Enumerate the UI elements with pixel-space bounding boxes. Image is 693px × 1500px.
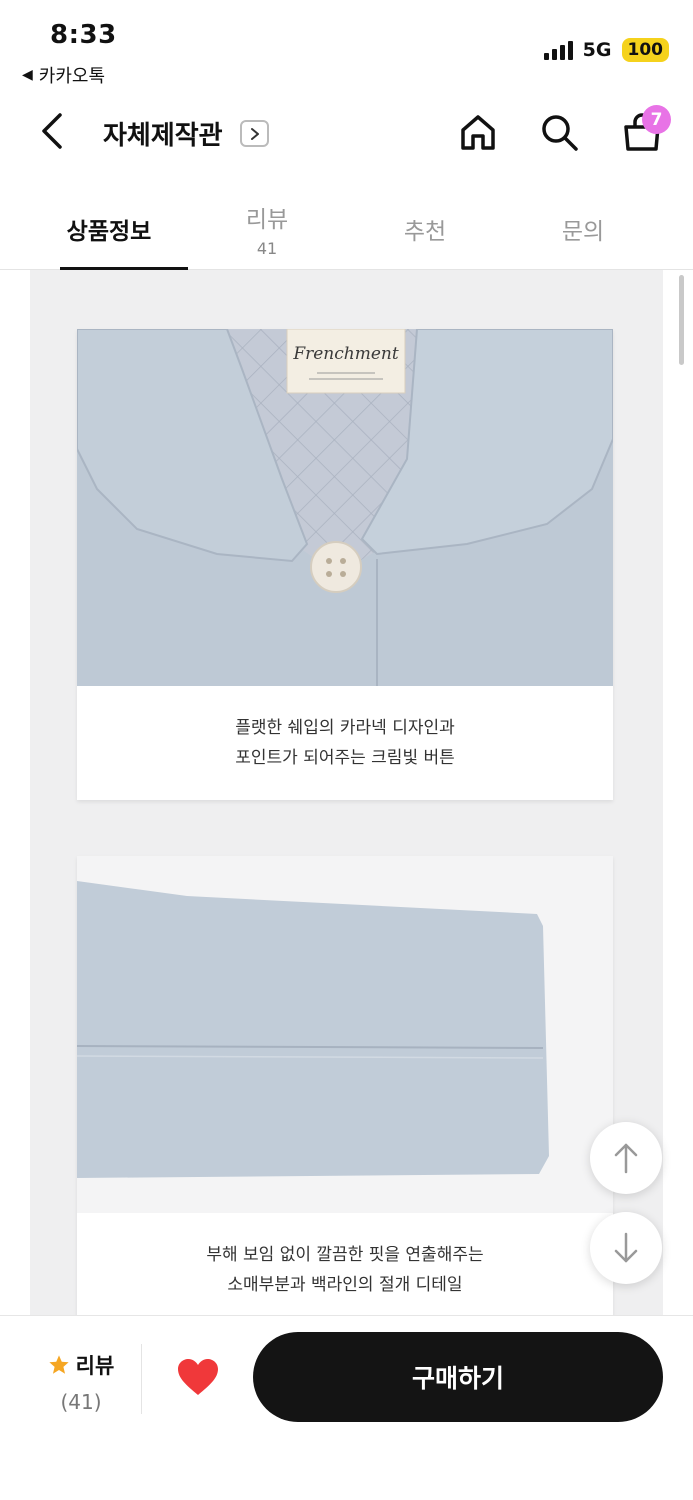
scrollbar[interactable]: [679, 275, 684, 365]
product-tabs: 상품정보 리뷰 41 추천 문의: [0, 188, 693, 271]
brand-label-text: Frenchment: [292, 344, 399, 364]
app-header: 자체제작관 7: [0, 95, 693, 175]
arrow-up-icon: [614, 1143, 638, 1174]
back-app-label: 카카오톡: [38, 66, 106, 87]
detail-card: 부해 보임 없이 깔끔한 핏을 연출해주는 소매부분과 백라인의 절개 디테일: [77, 856, 613, 1315]
caption-line: 플랫한 쉐입의 카라넥 디자인과: [235, 718, 455, 738]
tab-label: 문의: [561, 219, 605, 245]
review-summary-button[interactable]: 리뷰 (41): [36, 1350, 126, 1414]
status-bar: 8:33 ◀ 카카오톡 5G 100: [0, 0, 693, 90]
caption-line: 포인트가 되어주는 크림빛 버튼: [235, 748, 455, 768]
review-count: (41): [60, 1390, 102, 1414]
tab-label: 리뷰: [245, 207, 289, 233]
cart-count-badge: 7: [642, 105, 671, 134]
search-icon[interactable]: [539, 112, 579, 152]
scroll-up-button[interactable]: [590, 1122, 662, 1194]
network-type: 5G: [582, 39, 612, 61]
heart-icon[interactable]: [176, 1357, 220, 1397]
signal-icon: [543, 40, 573, 60]
battery-indicator: 100: [621, 38, 669, 62]
coat-sleeve-photo: [77, 856, 613, 1213]
detail-card: Frenchment 플랫한 쉐입의 카라넥 디자인과 포인트가 되어주는 크림…: [77, 329, 613, 800]
status-indicators: 5G 100: [543, 38, 669, 62]
status-time: 8:33: [50, 20, 117, 50]
bottom-action-bar: 리뷰 (41) 구매하기: [0, 1315, 693, 1500]
caption-line: 소매부분과 백라인의 절개 디테일: [227, 1275, 463, 1295]
back-triangle-icon: ◀: [22, 67, 33, 83]
caption-line: 부해 보임 없이 깔끔한 핏을 연출해주는: [206, 1245, 484, 1265]
back-to-app-link[interactable]: ◀ 카카오톡: [22, 62, 105, 88]
arrow-down-icon: [614, 1232, 638, 1263]
tab-review-count: 41: [256, 239, 278, 258]
tab-label: 추천: [403, 219, 447, 245]
star-icon: [49, 1355, 69, 1374]
home-icon[interactable]: [458, 112, 498, 152]
divider: [141, 1344, 142, 1414]
coat-collar-photo: Frenchment: [77, 329, 613, 686]
review-label: 리뷰: [75, 1354, 115, 1378]
card-caption: 부해 보임 없이 깔끔한 핏을 연출해주는 소매부분과 백라인의 절개 디테일: [77, 1213, 613, 1300]
scroll-down-button[interactable]: [590, 1212, 662, 1284]
tab-product-info[interactable]: 상품정보: [30, 188, 188, 271]
buy-button[interactable]: 구매하기: [253, 1332, 663, 1422]
tab-recommend[interactable]: 추천: [346, 188, 504, 270]
store-title[interactable]: 자체제작관: [103, 115, 223, 152]
product-detail-content[interactable]: Frenchment 플랫한 쉐입의 카라넥 디자인과 포인트가 되어주는 크림…: [30, 270, 663, 1315]
store-link-chevron-icon[interactable]: [240, 120, 269, 147]
tab-reviews[interactable]: 리뷰 41: [188, 188, 346, 270]
card-caption: 플랫한 쉐입의 카라넥 디자인과 포인트가 되어주는 크림빛 버튼: [77, 686, 613, 773]
back-arrow-icon[interactable]: [34, 111, 70, 151]
tab-label: 상품정보: [66, 219, 152, 245]
tab-inquiry[interactable]: 문의: [504, 188, 662, 270]
